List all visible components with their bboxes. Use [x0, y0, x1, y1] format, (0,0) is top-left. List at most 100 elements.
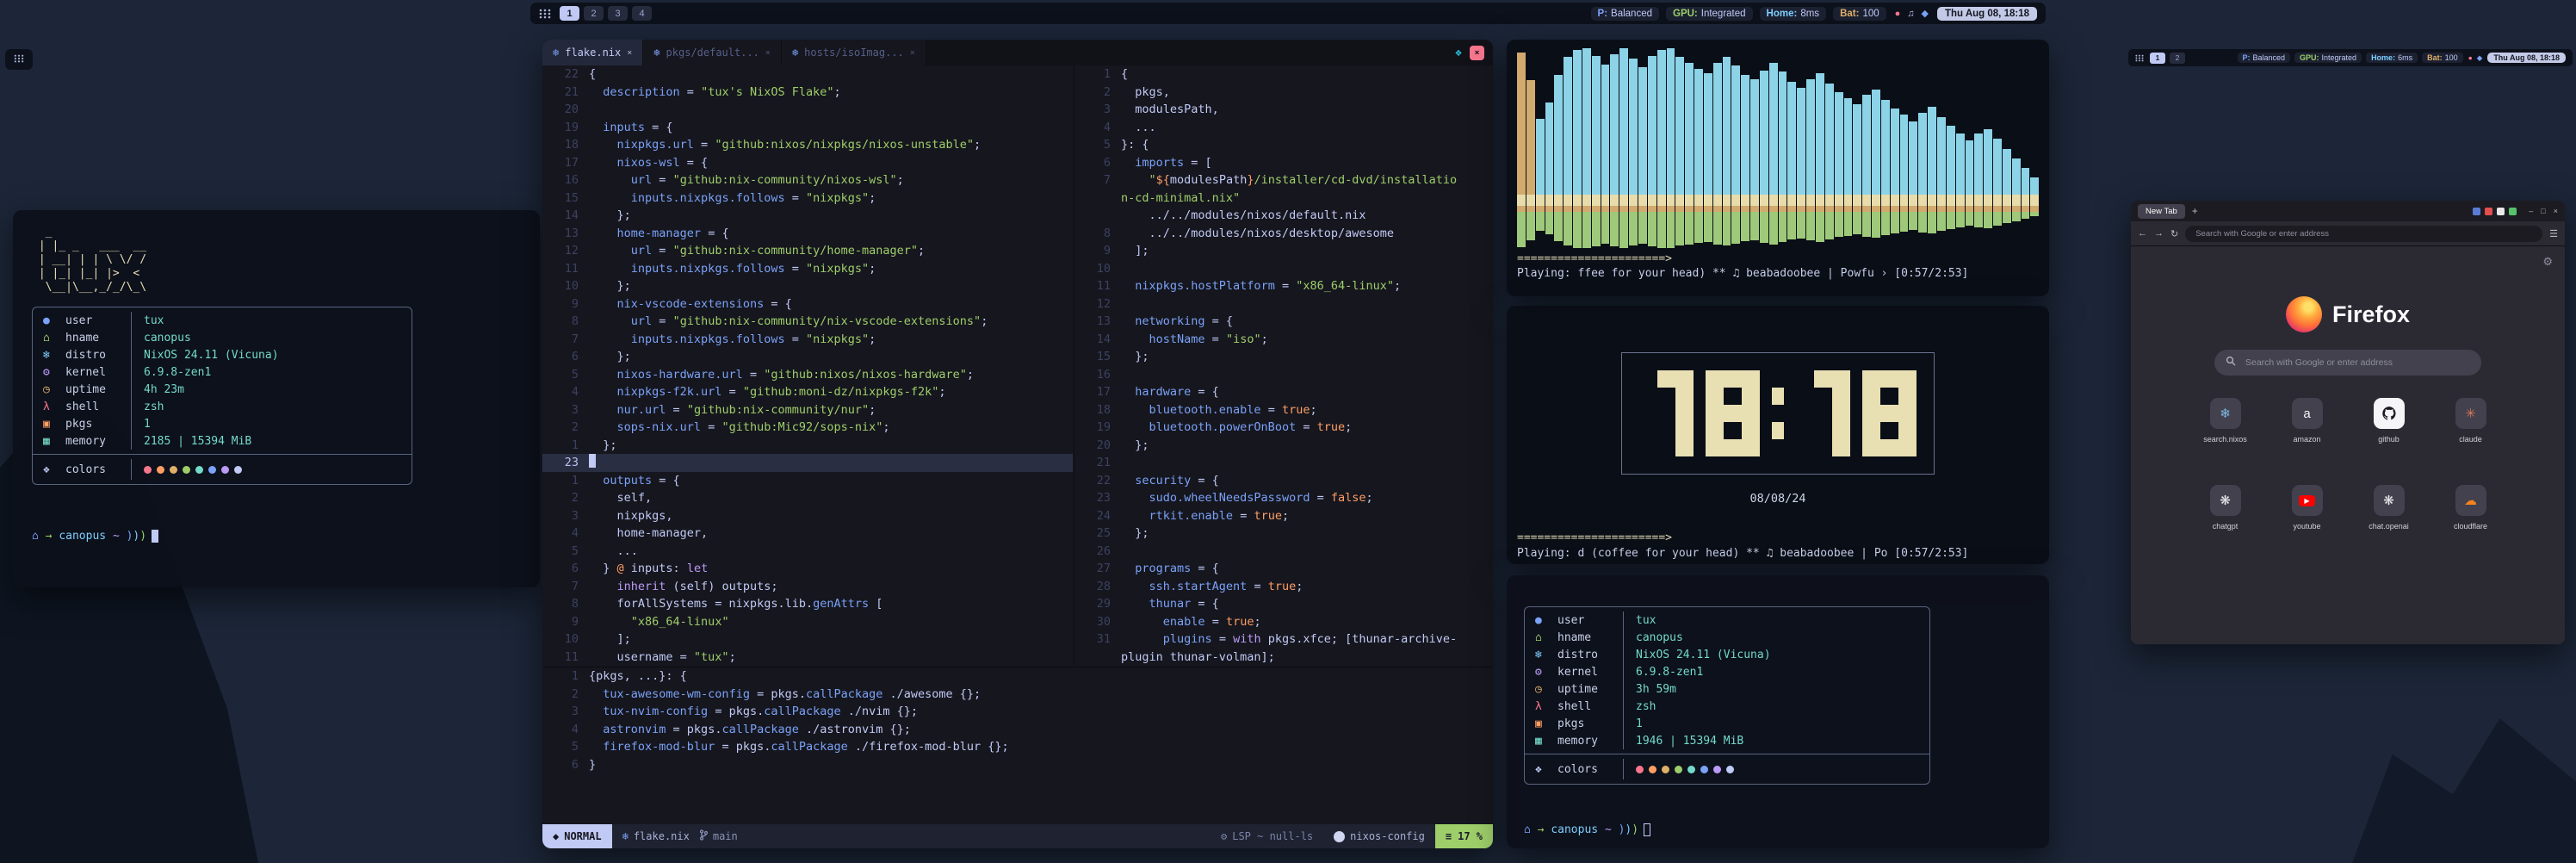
line-number: 5 [542, 738, 589, 756]
hamburger-menu-icon[interactable]: ☰ [2549, 228, 2558, 239]
editor-tab[interactable]: ❄hosts/isoImag...× [782, 40, 926, 65]
shortcut-tile[interactable]: aamazon [2266, 398, 2348, 444]
shortcut-tile[interactable]: github [2348, 398, 2430, 444]
workspace-button[interactable]: 1 [2150, 53, 2165, 64]
gear-icon[interactable]: ⚙ [2542, 255, 2553, 269]
extension-icon[interactable] [2509, 208, 2517, 215]
clock-digit [1639, 370, 1694, 456]
visualizer-bar [1601, 48, 1610, 244]
code-line: 4 ... [1074, 119, 1493, 137]
shell-prompt[interactable]: ⌂ → canopus ~ ))) [32, 530, 158, 543]
media-tray-icon[interactable]: ♫ [1907, 9, 1914, 19]
fetch-row: ❄distroNixOS 24.11 (Vicuna) [1525, 646, 1929, 663]
code-line: 20 [542, 101, 1073, 119]
visualizer-bar [2003, 48, 2011, 223]
close-button[interactable]: × [2554, 207, 2558, 215]
app-launcher-icon[interactable] [539, 9, 551, 19]
notification-tray-icon[interactable]: ● [2468, 53, 2473, 62]
clock-digit [1772, 370, 1784, 456]
color-dot [1700, 766, 1708, 773]
network-tray-icon[interactable]: ◆ [2477, 53, 2483, 63]
shortcut-tile[interactable]: ❄search.nixos [2184, 398, 2266, 444]
fetch-colors-row: ❖colors [1525, 754, 1929, 779]
extension-icon[interactable] [2473, 208, 2480, 215]
new-tab-button[interactable]: + [2192, 205, 2198, 217]
fetch-row: ●usertux [33, 312, 412, 329]
editor-pane-isoimage[interactable]: 1{2 pkgs,3 modulesPath,4 ...5}: {6 impor… [1074, 65, 1493, 666]
bar-clock[interactable]: Thu Aug 08, 18:18 [2487, 53, 2566, 63]
shortcut-tile[interactable]: ❋chatgpt [2184, 485, 2266, 531]
shell-icon: λ [1535, 700, 1557, 713]
shell-prompt[interactable]: ⌂ → canopus ~ ))) [1524, 823, 1650, 836]
forward-icon[interactable]: → [2154, 228, 2164, 239]
shortcut-tile[interactable]: ▶youtube [2266, 485, 2348, 531]
close-buffer-button[interactable]: × [1470, 46, 1484, 60]
fetch-colors-row: ❖colors [33, 454, 412, 480]
editor-code-area[interactable]: 22{21 description = "tux's NixOS Flake";… [542, 65, 1493, 824]
editor-tab[interactable]: ❄flake.nix× [542, 40, 643, 65]
visualizer-bar [1675, 48, 1684, 245]
close-tab-icon[interactable]: × [910, 48, 915, 58]
line-number: 4 [542, 721, 589, 739]
search-input[interactable] [2244, 357, 2470, 369]
statusline: ◆ NORMAL ❄ flake.nix main ⚙ LSP ~ null-l… [542, 824, 1493, 848]
shortcut-tile[interactable]: ☁cloudflare [2430, 485, 2511, 531]
close-tab-icon[interactable]: × [627, 48, 632, 58]
workspace-button[interactable]: 3 [608, 6, 628, 21]
notification-tray-icon[interactable]: ● [1895, 9, 1901, 19]
maximize-button[interactable]: □ [2541, 207, 2545, 215]
status-badge: GPU: Integrated [2294, 53, 2362, 63]
close-tab-icon[interactable]: × [765, 48, 771, 58]
workspace-button[interactable]: 1 [560, 6, 579, 21]
terminal-fetch-window[interactable]: _ | |_ _ ___ __ | __| | | \ \/ / | |_| |… [13, 210, 540, 587]
firefox-window[interactable]: New Tab + –□× ← → ↻ ☰ ⚙ Firefox ❄search.… [2131, 201, 2565, 644]
workspace-button[interactable]: 4 [632, 6, 652, 21]
workspace-button[interactable]: 2 [584, 6, 604, 21]
buffer-pick-icon[interactable]: ❖ [1455, 47, 1462, 59]
scroll-percent: ≡ 17 % [1435, 824, 1493, 848]
fetch-row: λshellzsh [1525, 698, 1929, 715]
fetch-row: ▦memory2185 | 15394 MiB [33, 432, 412, 450]
visualizer-bar [1984, 48, 1992, 228]
network-tray-icon[interactable]: ◆ [1922, 8, 1929, 19]
shortcut-grid: ❄search.nixosaamazongithub✳claude ❋chatgp… [2184, 398, 2511, 531]
bar-clock[interactable]: Thu Aug 08, 18:18 [1937, 7, 2037, 21]
minimize-button[interactable]: – [2529, 207, 2533, 215]
visualizer-bar [1610, 48, 1619, 246]
editor-pane-flake[interactable]: 22{21 description = "tux's NixOS Flake";… [542, 65, 1073, 666]
repo-name: nixos-config [1323, 824, 1435, 848]
editor-tab[interactable]: ❄pkgs/default...× [643, 40, 782, 65]
code-line: 6} [542, 756, 1493, 774]
code-line: 15 inputs.nixpkgs.follows = "nixpkgs"; [542, 189, 1073, 208]
line-number: 10 [1074, 260, 1121, 278]
workspace-button[interactable]: 2 [2170, 53, 2185, 64]
shortcut-tile[interactable]: ❋chat.openai [2348, 485, 2430, 531]
line-number: 1 [542, 437, 589, 455]
url-bar[interactable] [2185, 226, 2542, 242]
visualizer-bar [1554, 48, 1563, 241]
editor-pane-pkgs-default[interactable]: 1{pkgs, ...}: {2 tux-awesome-wm-config =… [542, 667, 1493, 824]
visualizer-bar [1769, 48, 1778, 245]
visualizer-bar [2022, 48, 2030, 219]
color-dot [221, 466, 229, 474]
app-launcher-icon[interactable] [14, 52, 24, 67]
line-number: 5 [542, 543, 589, 561]
fetch-row: ●usertux [1525, 612, 1929, 629]
code-line: 5 firefox-mod-blur = pkgs.callPackage ./… [542, 738, 1493, 756]
extension-icon[interactable] [2497, 208, 2505, 215]
visualizer-bar [1694, 48, 1703, 243]
shortcut-tile[interactable]: ✳claude [2430, 398, 2511, 444]
color-dot [1713, 766, 1721, 773]
refresh-icon[interactable]: ↻ [2170, 228, 2178, 239]
app-launcher-icon[interactable] [2135, 54, 2144, 62]
start-search-bar[interactable] [2214, 350, 2481, 376]
code-line: 29 thunar = { [1074, 595, 1493, 613]
line-number: 1 [1074, 65, 1121, 84]
search.nixos-icon: ❄ [2210, 398, 2241, 429]
neovim-window[interactable]: ❄flake.nix×❄pkgs/default...×❄hosts/isoIm… [542, 40, 1493, 848]
firefox-tab[interactable]: New Tab [2138, 204, 2185, 219]
code-line: 26 [1074, 543, 1493, 561]
terminal-fetch-window-2[interactable]: ●usertux⌂hnamecanopus❄distroNixOS 24.11 … [1507, 575, 2049, 848]
extension-icon[interactable] [2485, 208, 2492, 215]
back-icon[interactable]: ← [2138, 228, 2147, 239]
